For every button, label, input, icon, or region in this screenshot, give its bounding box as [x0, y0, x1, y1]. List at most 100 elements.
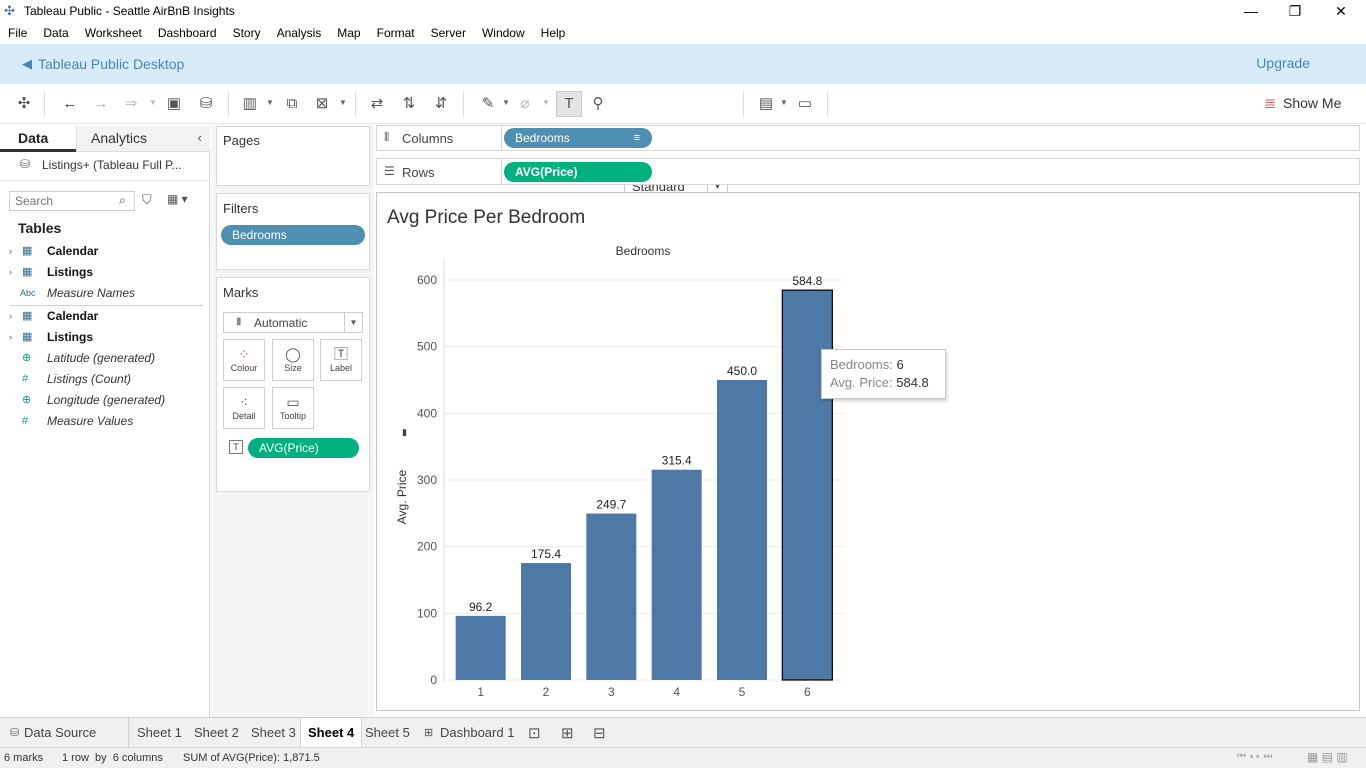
size-button[interactable]: ◯ Size [272, 339, 314, 381]
new-datasource-icon[interactable]: ⛁ [196, 94, 216, 114]
tab-data[interactable]: Data [0, 126, 76, 152]
bar-chart-icon: ▮ [236, 316, 242, 327]
tree-item-calendar-2[interactable]: › ▦ Calendar [0, 306, 210, 327]
sort-ascending-icon[interactable]: ⇅ [399, 94, 419, 114]
expand-icon: › [9, 311, 12, 321]
tab-sheet-5[interactable]: Sheet 5 [358, 718, 417, 748]
window-title: Tableau Public - Seattle AirBnB Insights [24, 4, 235, 18]
bar[interactable] [521, 563, 571, 680]
sort-descending-icon[interactable]: ⇵ [431, 94, 451, 114]
rows-pill-avg-price[interactable]: AVG(Price) [504, 162, 652, 182]
tab-sheet-3[interactable]: Sheet 3 [244, 718, 303, 748]
tooltip-button[interactable]: ▭ Tooltip [272, 387, 314, 429]
undo-icon[interactable]: ← [60, 94, 80, 114]
new-dashboard-icon[interactable]: ⊞ [561, 724, 574, 742]
collapse-icon[interactable]: ‹ [198, 126, 202, 150]
menu-data[interactable]: Data [35, 26, 76, 40]
marks-pill-avg-price[interactable]: AVG(Price) [248, 438, 359, 458]
save-icon[interactable]: ▣ [164, 94, 184, 114]
close-button[interactable]: ✕ [1318, 0, 1364, 22]
detail-button[interactable]: ⁖ Detail [223, 387, 265, 429]
y-tick-label: 200 [417, 540, 437, 554]
swap-icon[interactable]: ⇄ [367, 94, 387, 114]
mark-type-select[interactable]: ▮ Automatic ▼ [223, 312, 363, 333]
show-me-button[interactable]: Show Me [1283, 95, 1341, 111]
menu-analysis[interactable]: Analysis [269, 26, 330, 40]
group-icon[interactable]: ⌀ [515, 94, 535, 114]
bar[interactable] [717, 380, 767, 680]
tree-item-listings-2[interactable]: › ▦ Listings [0, 327, 210, 348]
new-story-icon[interactable]: ⊟ [593, 724, 606, 742]
highlight-icon[interactable]: ✎ [478, 94, 498, 114]
tree-item-measure-values[interactable]: # Measure Values [0, 411, 210, 432]
duplicate-sheet-icon[interactable]: ⧉ [282, 94, 302, 114]
axis-sort-icon[interactable]: ▮ [402, 427, 407, 437]
tree-item-listings-count[interactable]: # Listings (Count) [0, 369, 210, 390]
tab-analytics[interactable]: Analytics ‹ [76, 126, 210, 152]
tree-item-calendar[interactable]: › ▦ Calendar [0, 241, 210, 262]
columns-pill-bedrooms[interactable]: Bedrooms ≡ [504, 128, 652, 148]
sheet-nav-icon[interactable]: ⏮ ◂ ▸ ⏭ [1237, 751, 1272, 762]
menu-bar: File Data Worksheet Dashboard Story Anal… [0, 22, 1366, 44]
y-axis-label: Avg. Price [395, 469, 409, 524]
tableau-home-icon[interactable]: ✣ [14, 94, 34, 114]
sheet-view-icon[interactable]: ▦ ▤ ▥ [1307, 750, 1348, 764]
hash-icon: # [22, 373, 29, 385]
y-tick-label: 300 [417, 473, 437, 487]
status-bar: 6 marks 1 row by 6 columns SUM of AVG(Pr… [0, 747, 1366, 768]
bar[interactable] [651, 469, 702, 680]
restore-button[interactable]: ❐ [1272, 0, 1318, 22]
tab-sheet-1[interactable]: Sheet 1 [130, 718, 189, 748]
menu-worksheet[interactable]: Worksheet [77, 26, 150, 40]
menu-help[interactable]: Help [533, 26, 574, 40]
menu-story[interactable]: Story [225, 26, 269, 40]
chevron-down-icon: ▼ [344, 313, 362, 332]
menu-window[interactable]: Window [474, 26, 533, 40]
bar[interactable] [586, 513, 637, 680]
clear-sheet-icon[interactable]: ⊠ [312, 94, 332, 114]
tab-data-source[interactable]: Data Source [17, 718, 103, 748]
colour-button[interactable]: ⁘ Colour [223, 339, 265, 381]
bar[interactable] [455, 615, 506, 680]
rows-label: Rows [402, 165, 435, 180]
menu-map[interactable]: Map [329, 26, 368, 40]
tab-sheet-4[interactable]: Sheet 4 [300, 718, 363, 748]
tree-item-measure-names[interactable]: Abc Measure Names [0, 283, 210, 304]
bar-data-label: 175.4 [531, 547, 561, 561]
show-me-icon[interactable]: ≣ [1260, 94, 1280, 114]
banner-title: Tableau Public Desktop [38, 56, 185, 72]
presentation-icon[interactable]: ▭ [795, 94, 815, 114]
tree-item-latitude[interactable]: ⊕ Latitude (generated) [0, 348, 210, 369]
menu-format[interactable]: Format [369, 26, 423, 40]
redo-icon[interactable]: → [91, 94, 111, 114]
tableau-logo-icon: ✣ [4, 3, 15, 18]
label-button[interactable]: 🅃 Label [320, 339, 362, 381]
columns-label: Columns [402, 131, 454, 146]
colour-icon: ⁘ [238, 346, 250, 362]
show-labels-icon[interactable]: T [556, 91, 582, 117]
filter-pill-bedrooms[interactable]: Bedrooms [221, 225, 365, 245]
rows-icon: ☰ [384, 164, 395, 178]
columns-pill-label: Bedrooms [515, 131, 570, 145]
filter-icon[interactable]: ⛉ [142, 192, 152, 208]
minimize-button[interactable]: — [1228, 0, 1274, 22]
x-tick-label: 3 [608, 685, 615, 699]
view-options-icon[interactable]: ▦ ▾ [167, 192, 188, 206]
replay-icon[interactable]: ⇒ [121, 94, 141, 114]
new-sheet-icon[interactable]: ⊡ [528, 724, 541, 742]
tab-sheet-2[interactable]: Sheet 2 [187, 718, 246, 748]
menu-server[interactable]: Server [423, 26, 474, 40]
tooltip-key-bedrooms: Bedrooms: [830, 357, 893, 372]
cards-icon[interactable]: ▤ [756, 94, 776, 114]
upgrade-link[interactable]: Upgrade [1256, 55, 1310, 71]
x-tick-label: 6 [804, 685, 811, 699]
tree-item-longitude[interactable]: ⊕ Longitude (generated) [0, 390, 210, 411]
tab-dashboard-1[interactable]: Dashboard 1 [433, 718, 521, 748]
search-input[interactable] [9, 191, 135, 211]
new-worksheet-icon[interactable]: ▥ [240, 94, 260, 114]
menu-dashboard[interactable]: Dashboard [150, 26, 225, 40]
datasource-name[interactable]: Listings+ (Tableau Full P... [42, 158, 182, 172]
menu-file[interactable]: File [0, 26, 35, 40]
pin-icon[interactable]: ⚲ [588, 94, 608, 114]
tree-item-listings[interactable]: › ▦ Listings [0, 262, 210, 283]
